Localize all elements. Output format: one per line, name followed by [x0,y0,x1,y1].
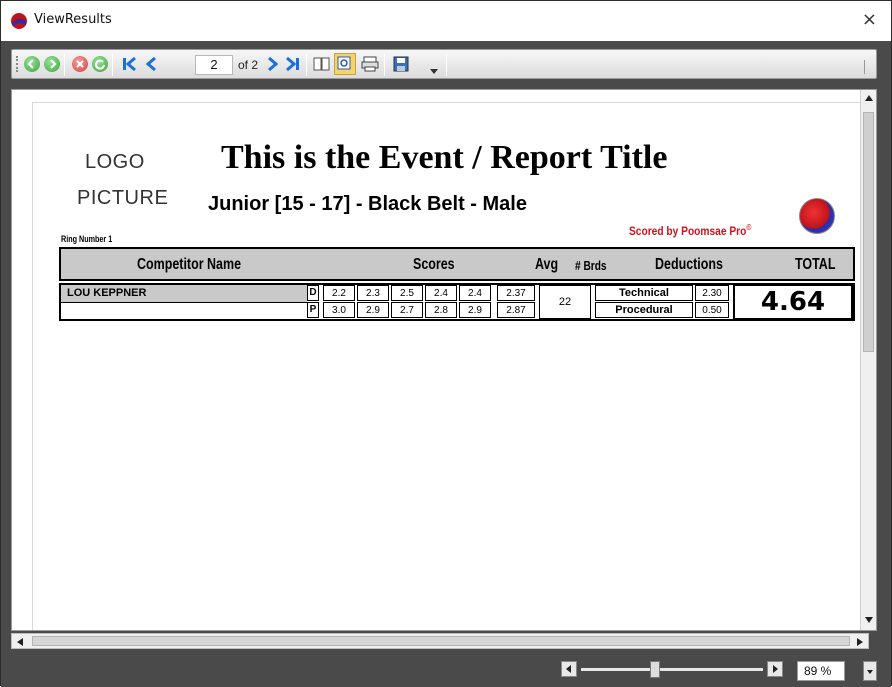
procedural-label: Procedural [595,302,693,318]
window-title: ViewResults [34,12,112,27]
d-score-3: 2.5 [391,285,423,301]
p-score-3: 2.7 [391,302,423,318]
report-subtitle: Junior [15 - 17] - Black Belt - Male [208,193,527,215]
report-toolbar: 2 of 2 [11,49,877,79]
total-score: 4.64 [733,284,853,320]
view-results-window: ViewResults × 2 of 2 LOGO PICTURE This i… [0,0,892,687]
d-score-5: 2.4 [459,285,491,301]
header-competitor: Competitor Name [137,256,242,273]
d-score-2: 2.3 [357,285,389,301]
toolbar-separator [112,54,113,76]
document-map-icon[interactable] [312,55,332,75]
scored-by-text: Scored by Poomsae Pro [629,224,747,238]
page-number-input[interactable]: 2 [195,55,233,75]
toolbar-overflow[interactable] [864,60,874,74]
report-page: LOGO PICTURE This is the Event / Report … [32,102,862,630]
p-score-5: 2.9 [459,302,491,318]
boards-count: 22 [539,285,591,319]
competitor-name-blank [61,302,307,319]
scroll-right-icon[interactable] [856,638,864,646]
results-header-row: Competitor Name Scores Avg # Brds Deduct… [59,247,855,281]
header-avg: Avg [535,256,559,273]
status-bar: 89 % [1,651,891,687]
scroll-down-icon[interactable] [864,616,874,624]
d-label: D [307,285,319,301]
title-bar: ViewResults × [1,1,891,41]
toolbar-separator [306,54,307,76]
copyright-mark: © [746,223,752,232]
last-page-icon[interactable] [284,55,302,75]
logo-line-2: PICTURE [77,187,169,209]
p-score-2: 2.9 [357,302,389,318]
close-icon[interactable]: × [862,9,877,30]
poomsae-pro-logo-icon [799,198,835,234]
back-icon[interactable] [24,56,40,72]
header-deductions: Deductions [655,256,723,273]
zoom-in-button[interactable] [767,661,783,677]
scroll-up-icon[interactable] [864,94,874,102]
table-row: LOU KEPPNER D P 2.2 2.3 2.5 2.4 2.4 3.0 … [59,283,855,321]
next-page-icon[interactable] [264,55,282,75]
horizontal-scroll-thumb[interactable] [32,636,850,646]
first-page-icon[interactable] [120,55,138,75]
header-total: TOTAL [795,256,836,273]
zoom-dropdown-button[interactable] [863,661,877,681]
toolbar-separator [64,54,65,76]
ring-number: Ring Number 1 [61,234,113,244]
d-average: 2.37 [497,285,535,301]
zoom-out-button[interactable] [561,661,577,677]
d-score-1: 2.2 [323,285,355,301]
header-scores: Scores [413,256,455,273]
chevron-down-icon [867,670,873,674]
scored-by-label: Scored by Poomsae Pro© [629,223,751,238]
forward-icon[interactable] [44,56,60,72]
report-title: This is the Event / Report Title [221,139,668,176]
d-score-4: 2.4 [425,285,457,301]
zoom-slider-thumb[interactable] [650,661,660,678]
technical-label: Technical [595,285,693,301]
competitor-name: LOU KEPPNER [61,285,307,302]
toolbar-separator [446,54,447,76]
zoom-slider[interactable] [581,661,763,678]
p-label: P [307,302,319,318]
procedural-value: 0.50 [695,302,729,318]
toolbar-grip[interactable] [16,56,19,72]
page-setup-icon[interactable] [360,55,380,75]
stop-icon[interactable] [72,56,88,72]
refresh-icon[interactable] [92,56,108,72]
dropdown-icon[interactable] [430,62,438,74]
toolbar-separator [384,54,385,76]
vertical-scrollbar[interactable] [860,90,876,630]
vertical-scroll-thumb[interactable] [863,112,874,352]
previous-page-icon[interactable] [142,55,160,75]
scroll-left-icon[interactable] [16,638,24,646]
print-layout-icon[interactable] [334,53,356,75]
header-boards: # Brds [575,258,607,273]
logo-line-1: LOGO [85,151,145,173]
save-icon[interactable] [392,55,412,75]
app-icon [11,13,27,29]
page-count-label: of 2 [238,58,259,72]
technical-value: 2.30 [695,285,729,301]
zoom-level-select[interactable]: 89 % [797,661,845,681]
p-score-1: 3.0 [323,302,355,318]
horizontal-scrollbar[interactable] [11,633,869,649]
p-score-4: 2.8 [425,302,457,318]
p-average: 2.87 [497,302,535,318]
report-viewport[interactable]: LOGO PICTURE This is the Event / Report … [11,89,877,631]
